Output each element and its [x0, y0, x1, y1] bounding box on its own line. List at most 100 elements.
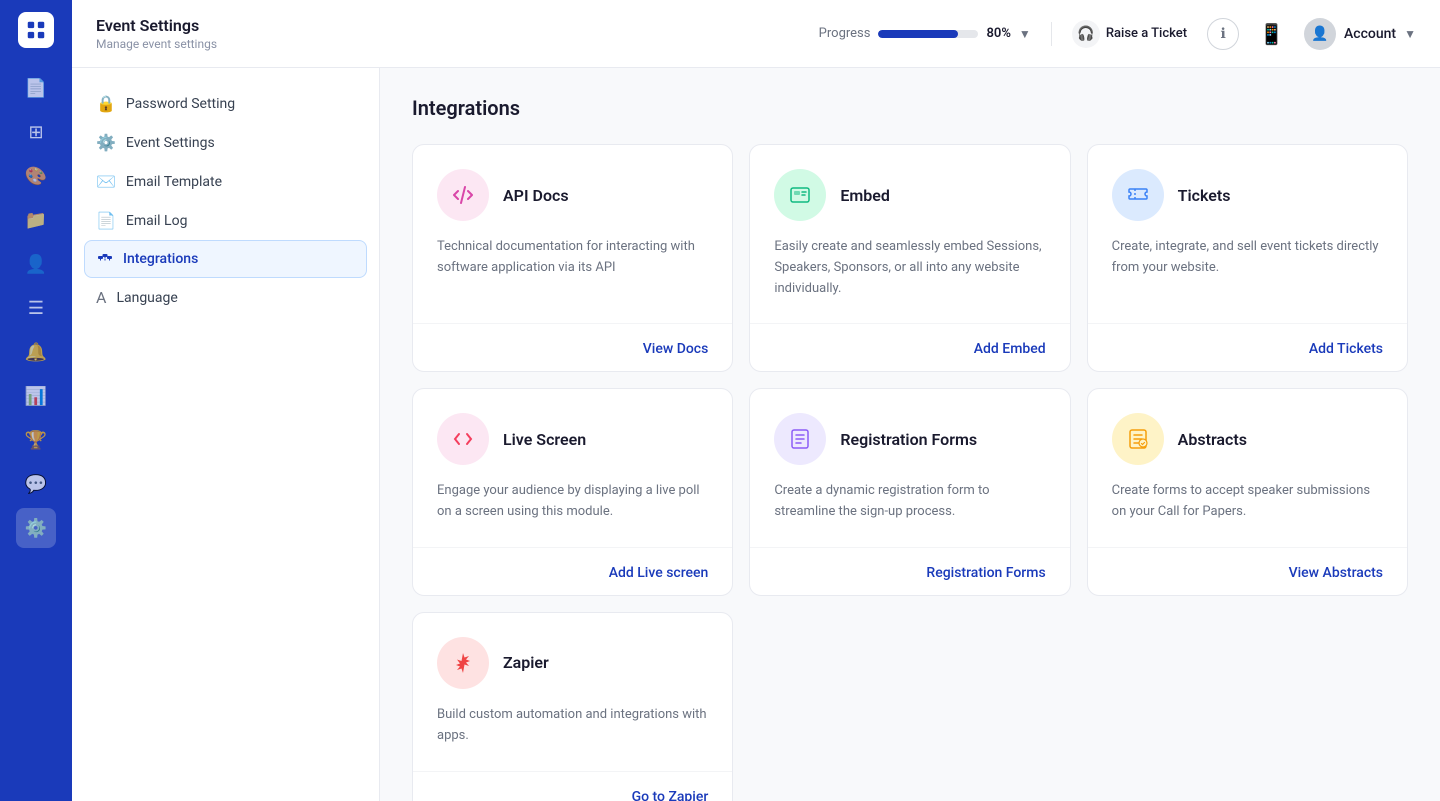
card-registration-forms-title: Registration Forms	[840, 430, 977, 449]
rail-icon-bell[interactable]: 🔔	[16, 332, 56, 372]
account-section[interactable]: 👤 Account ▼	[1304, 18, 1416, 50]
card-api-docs-footer: View Docs	[413, 323, 732, 371]
rail-icon-chart[interactable]: 📊	[16, 376, 56, 416]
card-api-docs-desc: Technical documentation for interacting …	[437, 237, 708, 279]
lock-icon: 🔒	[96, 94, 116, 113]
nav-item-event-settings-label: Event Settings	[126, 135, 215, 151]
live-screen-icon	[437, 413, 489, 465]
account-chevron-icon: ▼	[1404, 27, 1416, 41]
card-live-screen-body: Live Screen Engage your audience by disp…	[413, 389, 732, 547]
main-content: Integrations A	[380, 68, 1440, 801]
zapier-icon	[437, 637, 489, 689]
header-divider	[1051, 22, 1052, 46]
card-abstracts-footer: View Abstracts	[1088, 547, 1407, 595]
nav-item-email-template[interactable]: ✉️ Email Template	[84, 162, 367, 201]
card-embed-body: Embed Easily create and seamlessly embed…	[750, 145, 1069, 323]
content-layout: 🔒 Password Setting ⚙️ Event Settings ✉️ …	[72, 68, 1440, 801]
card-tickets-title: Tickets	[1178, 186, 1231, 205]
gear-icon: ⚙️	[96, 133, 116, 152]
nav-item-password-label: Password Setting	[126, 96, 235, 112]
card-embed-desc: Easily create and seamlessly embed Sessi…	[774, 237, 1045, 299]
raise-ticket-label: Raise a Ticket	[1106, 26, 1187, 41]
rail-icon-trophy[interactable]: 🏆	[16, 420, 56, 460]
rail-icon-list[interactable]: ☰	[16, 288, 56, 328]
card-abstracts-body: Abstracts Create forms to accept speaker…	[1088, 389, 1407, 547]
integrations-icon	[97, 251, 113, 267]
left-nav: 🔒 Password Setting ⚙️ Event Settings ✉️ …	[72, 68, 380, 801]
card-zapier-body: Zapier Build custom automation and integ…	[413, 613, 732, 771]
registration-forms-icon	[774, 413, 826, 465]
card-live-screen-title: Live Screen	[503, 430, 586, 449]
progress-bar-container	[878, 30, 978, 38]
card-abstracts-header: Abstracts	[1112, 413, 1383, 465]
embed-icon	[774, 169, 826, 221]
progress-bar-fill	[878, 30, 958, 38]
card-registration-forms-action[interactable]: Registration Forms	[926, 565, 1045, 581]
card-embed-footer: Add Embed	[750, 323, 1069, 371]
info-button[interactable]: ℹ	[1207, 18, 1239, 50]
card-api-docs[interactable]: API Docs Technical documentation for int…	[412, 144, 733, 372]
card-registration-forms-footer: Registration Forms	[750, 547, 1069, 595]
card-zapier-action[interactable]: Go to Zapier	[632, 789, 709, 801]
account-avatar: 👤	[1304, 18, 1336, 50]
card-abstracts[interactable]: Abstracts Create forms to accept speaker…	[1087, 388, 1408, 596]
nav-item-password[interactable]: 🔒 Password Setting	[84, 84, 367, 123]
account-name: Account	[1344, 26, 1396, 42]
nav-item-email-log-label: Email Log	[126, 213, 188, 229]
card-api-docs-body: API Docs Technical documentation for int…	[413, 145, 732, 323]
card-abstracts-desc: Create forms to accept speaker submissio…	[1112, 481, 1383, 523]
card-zapier[interactable]: Zapier Build custom automation and integ…	[412, 612, 733, 801]
tickets-icon	[1112, 169, 1164, 221]
nav-item-email-template-label: Email Template	[126, 174, 222, 190]
header: Event Settings Manage event settings Pro…	[72, 0, 1440, 68]
rail-icon-file[interactable]: 📄	[16, 68, 56, 108]
card-embed-action[interactable]: Add Embed	[974, 341, 1046, 357]
card-live-screen[interactable]: Live Screen Engage your audience by disp…	[412, 388, 733, 596]
card-registration-forms-header: Registration Forms	[774, 413, 1045, 465]
card-registration-forms[interactable]: Registration Forms Create a dynamic regi…	[749, 388, 1070, 596]
nav-item-integrations[interactable]: Integrations	[84, 240, 367, 278]
card-tickets[interactable]: Tickets Create, integrate, and sell even…	[1087, 144, 1408, 372]
page-title: Integrations	[412, 96, 1408, 120]
card-live-screen-footer: Add Live screen	[413, 547, 732, 595]
abstracts-icon	[1112, 413, 1164, 465]
app-logo[interactable]	[18, 12, 54, 48]
nav-item-language[interactable]: A Language	[84, 278, 367, 317]
api-docs-icon	[437, 169, 489, 221]
card-api-docs-header: API Docs	[437, 169, 708, 221]
rail-icon-person[interactable]: 👤	[16, 244, 56, 284]
card-tickets-action[interactable]: Add Tickets	[1309, 341, 1383, 357]
rail-icon-palette[interactable]: 🎨	[16, 156, 56, 196]
nav-item-event-settings[interactable]: ⚙️ Event Settings	[84, 123, 367, 162]
raise-ticket-button[interactable]: 🎧 Raise a Ticket	[1072, 20, 1187, 48]
card-tickets-header: Tickets	[1112, 169, 1383, 221]
icon-rail: 📄 ⊞ 🎨 📁 👤 ☰ 🔔 📊 🏆 💬 ⚙️	[0, 0, 72, 801]
rail-icon-grid[interactable]: ⊞	[16, 112, 56, 152]
card-zapier-title: Zapier	[503, 653, 549, 672]
card-registration-forms-body: Registration Forms Create a dynamic regi…	[750, 389, 1069, 547]
headphone-icon: 🎧	[1072, 20, 1100, 48]
mobile-preview-button[interactable]: 📱	[1259, 22, 1284, 46]
card-abstracts-action[interactable]: View Abstracts	[1289, 565, 1383, 581]
card-zapier-header: Zapier	[437, 637, 708, 689]
card-live-screen-header: Live Screen	[437, 413, 708, 465]
card-zapier-footer: Go to Zapier	[413, 771, 732, 801]
nav-item-email-log[interactable]: 📄 Email Log	[84, 201, 367, 240]
header-right: Progress 80% ▼ 🎧 Raise a Ticket ℹ 📱 👤 Ac…	[819, 18, 1416, 50]
rail-icon-settings[interactable]: ⚙️	[16, 508, 56, 548]
integrations-grid: API Docs Technical documentation for int…	[412, 144, 1408, 801]
header-title-group: Event Settings Manage event settings	[96, 16, 819, 51]
progress-label: Progress	[819, 26, 871, 41]
header-subtitle: Manage event settings	[96, 37, 819, 51]
progress-chevron-icon[interactable]: ▼	[1019, 27, 1031, 41]
rail-icon-folder[interactable]: 📁	[16, 200, 56, 240]
rail-icon-chat[interactable]: 💬	[16, 464, 56, 504]
card-api-docs-action[interactable]: View Docs	[643, 341, 709, 357]
card-tickets-body: Tickets Create, integrate, and sell even…	[1088, 145, 1407, 323]
nav-item-language-label: Language	[116, 290, 177, 306]
card-live-screen-action[interactable]: Add Live screen	[609, 565, 709, 581]
doc-icon: 📄	[96, 211, 116, 230]
card-live-screen-desc: Engage your audience by displaying a liv…	[437, 481, 708, 523]
card-embed-header: Embed	[774, 169, 1045, 221]
card-embed[interactable]: Embed Easily create and seamlessly embed…	[749, 144, 1070, 372]
